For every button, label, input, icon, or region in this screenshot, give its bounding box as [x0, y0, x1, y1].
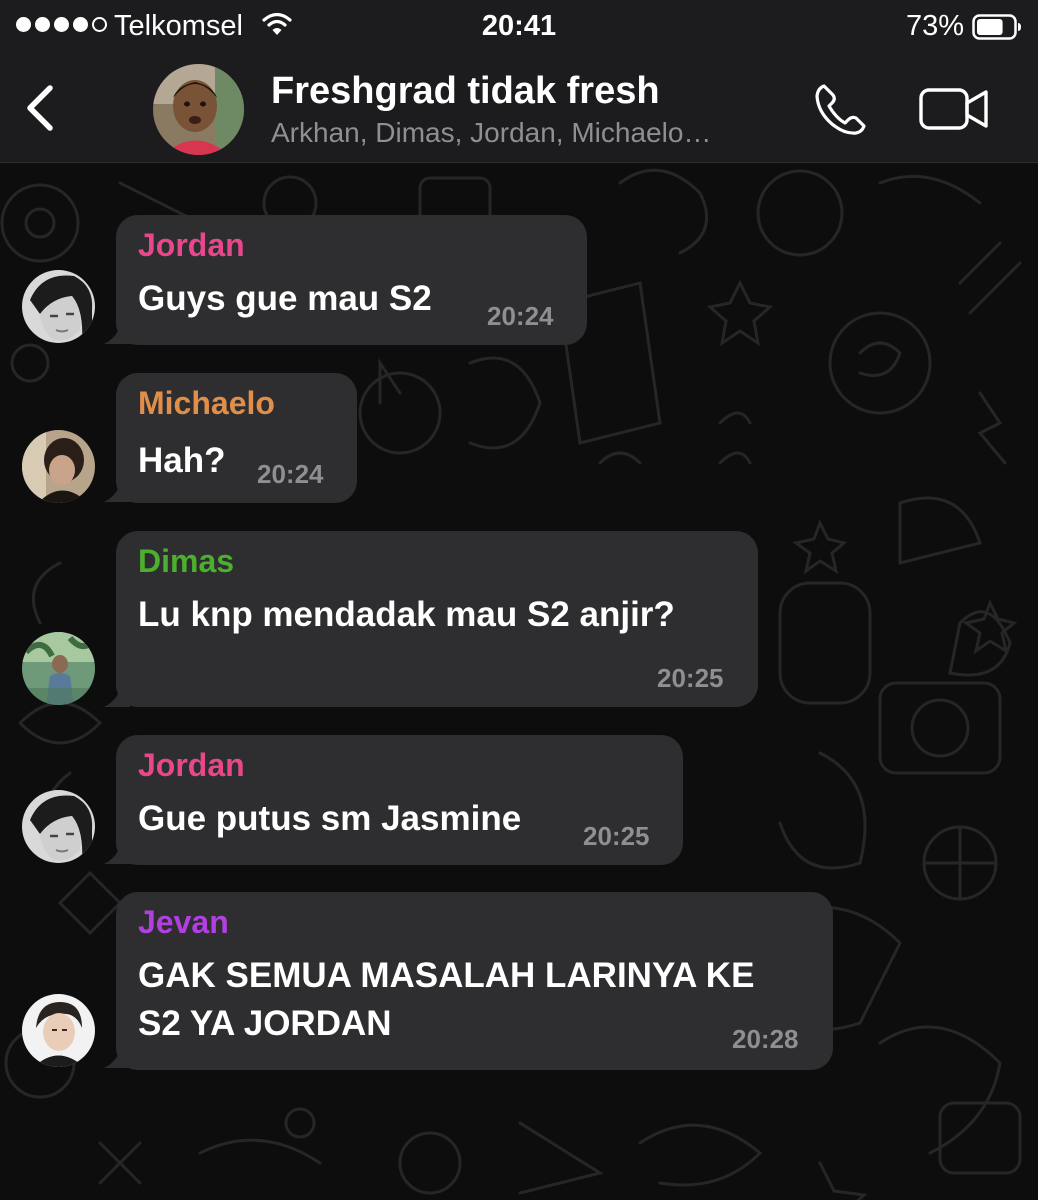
back-button[interactable] [18, 82, 64, 134]
chevron-left-icon [27, 85, 53, 131]
message-row[interactable]: Jevan GAK SEMUA MASALAH LARINYA KE S2 YA… [0, 892, 860, 1072]
chat-screen: Telkomsel 20:41 73% Freshgrad tidak fres… [0, 0, 1038, 1200]
message-text: Hah? [138, 441, 226, 480]
battery-icon [972, 14, 1021, 40]
sender-avatar[interactable] [22, 430, 95, 503]
chat-title[interactable]: Freshgrad tidak fresh [271, 68, 660, 114]
message-time: 20:24 [257, 459, 324, 489]
message-bubble[interactable]: Dimas Lu knp mendadak mau S2 anjir? 20:2… [116, 531, 758, 707]
message-time: 20:25 [657, 663, 724, 693]
message-text: Gue putus sm Jasmine [138, 799, 522, 838]
phone-icon [815, 84, 866, 135]
message-text: Guys gue mau S2 [138, 279, 432, 318]
message-row[interactable]: Michaelo Hah? 20:24 [0, 373, 380, 505]
message-bubble[interactable]: Jordan Gue putus sm Jasmine 20:25 [116, 735, 683, 865]
video-camera-icon [919, 88, 988, 130]
sender-avatar[interactable] [22, 632, 95, 705]
chat-members[interactable]: Arkhan, Dimas, Jordan, Michaelo… [271, 116, 711, 150]
sender-name[interactable]: Jordan [138, 225, 245, 265]
message-row[interactable]: Dimas Lu knp mendadak mau S2 anjir? 20:2… [0, 531, 780, 709]
message-text-line: GAK SEMUA MASALAH LARINYA KE [138, 956, 755, 995]
sender-avatar[interactable] [22, 994, 95, 1067]
message-time: 20:28 [732, 1024, 799, 1054]
message-bubble[interactable]: Jevan GAK SEMUA MASALAH LARINYA KE S2 YA… [116, 892, 833, 1070]
sender-name[interactable]: Michaelo [138, 383, 275, 423]
message-row[interactable]: Jordan Gue putus sm Jasmine 20:25 [0, 735, 700, 867]
voice-call-button[interactable] [810, 80, 870, 140]
video-call-button[interactable] [918, 86, 990, 132]
message-list[interactable]: Jordan Guys gue mau S2 20:24 Michaelo Ha… [0, 163, 1038, 1200]
message-text: Lu knp mendadak mau S2 anjir? [138, 595, 675, 634]
message-row[interactable]: Jordan Guys gue mau S2 20:24 [0, 215, 600, 347]
message-time: 20:25 [583, 821, 650, 851]
sender-name[interactable]: Jevan [138, 902, 229, 942]
message-bubble[interactable]: Jordan Guys gue mau S2 20:24 [116, 215, 587, 345]
sender-name[interactable]: Dimas [138, 541, 234, 581]
message-time: 20:24 [487, 301, 554, 331]
status-time: 20:41 [481, 10, 557, 42]
battery-percentage: 73% [905, 10, 964, 42]
sender-avatar[interactable] [22, 270, 95, 343]
chat-header: Freshgrad tidak fresh Arkhan, Dimas, Jor… [0, 56, 1038, 163]
status-bar: Telkomsel 20:41 73% [0, 0, 1038, 56]
message-bubble[interactable]: Michaelo Hah? 20:24 [116, 373, 357, 503]
sender-avatar[interactable] [22, 790, 95, 863]
sender-name[interactable]: Jordan [138, 745, 245, 785]
group-avatar[interactable] [153, 64, 244, 155]
message-text-line: S2 YA JORDAN [138, 1004, 392, 1043]
